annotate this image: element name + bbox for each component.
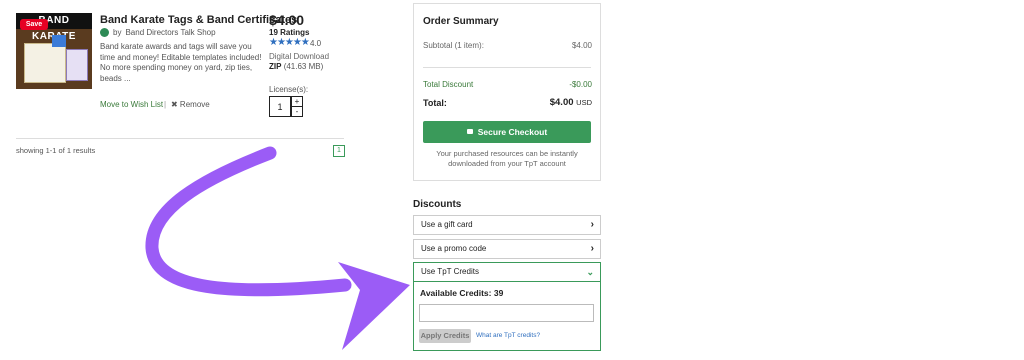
checkout-note: Your purchased resources can be instantl…: [436, 149, 578, 168]
subtotal-label: Subtotal (1 item):: [423, 41, 484, 50]
order-summary-title: Order Summary: [423, 16, 499, 27]
discounts-title: Discounts: [413, 199, 462, 210]
total-discount-value: -$0.00: [569, 80, 592, 89]
promo-code-row[interactable]: Use a promo code ›: [413, 239, 601, 259]
chevron-right-icon: ›: [590, 219, 594, 230]
gift-card-label: Use a gift card: [421, 220, 473, 229]
chevron-right-icon: ›: [590, 243, 594, 254]
tpt-credits-row[interactable]: Use TpT Credits ⌄: [413, 262, 601, 282]
subtotal-value: $4.00: [571, 41, 592, 50]
tpt-credits-label: Use TpT Credits: [421, 267, 479, 276]
total-value: $4.00 USD: [542, 97, 592, 108]
apply-credits-button[interactable]: Apply Credits: [419, 329, 471, 343]
total-label: Total:: [423, 98, 447, 108]
available-credits: Available Credits: 39: [420, 288, 504, 298]
total-discount-label: Total Discount: [423, 80, 474, 89]
lock-icon: [466, 129, 473, 134]
what-are-credits-link[interactable]: What are TpT credits?: [476, 332, 540, 339]
checkout-label: Secure Checkout: [477, 127, 548, 137]
chevron-down-icon: ⌄: [586, 267, 594, 277]
summary-divider: [423, 67, 591, 68]
total-amount: $4.00: [549, 97, 574, 108]
secure-checkout-button[interactable]: Secure Checkout: [423, 121, 591, 143]
credits-amount-input[interactable]: [419, 304, 594, 322]
promo-code-label: Use a promo code: [421, 244, 487, 253]
total-currency: USD: [576, 98, 592, 107]
gift-card-row[interactable]: Use a gift card ›: [413, 215, 601, 235]
